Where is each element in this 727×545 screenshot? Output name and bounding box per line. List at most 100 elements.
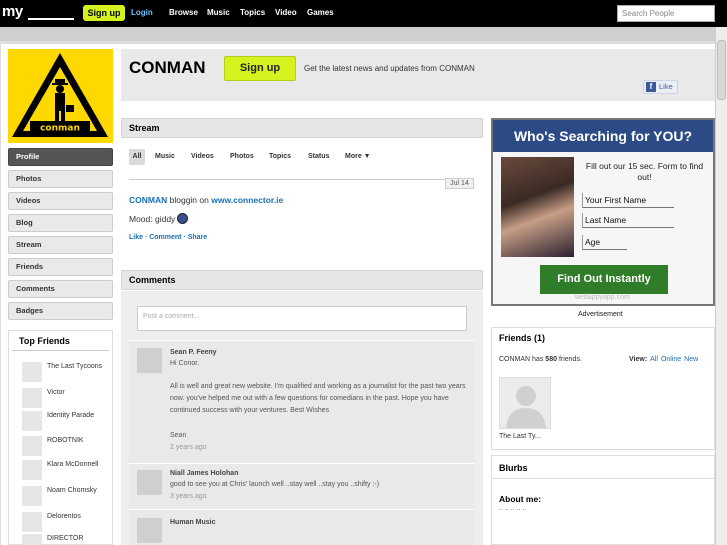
like-label: Like bbox=[659, 82, 673, 91]
comment-time: 3 years ago bbox=[170, 493, 207, 500]
divider bbox=[491, 478, 715, 479]
comment-author[interactable]: Sean P. Feeny bbox=[170, 349, 217, 356]
profile-logo-text: conman bbox=[40, 124, 80, 134]
stream-header: Stream bbox=[121, 118, 483, 138]
tab-all[interactable]: All bbox=[129, 149, 145, 165]
sidebar-item-comments[interactable]: Comments bbox=[8, 280, 113, 298]
signup-button[interactable]: Sign up bbox=[224, 56, 296, 81]
facebook-icon: f bbox=[646, 82, 656, 92]
login-link[interactable]: Login bbox=[131, 8, 153, 17]
top-friend-name[interactable]: DIRECTOR bbox=[47, 534, 112, 544]
tab-photos[interactable]: Photos bbox=[230, 153, 254, 160]
ad-age-field[interactable]: Age bbox=[582, 235, 627, 250]
site-logo[interactable]: my bbox=[2, 3, 23, 20]
post-verb: bloggin on bbox=[169, 195, 209, 205]
avatar[interactable] bbox=[22, 388, 42, 408]
mood-label: Mood: giddy bbox=[129, 214, 176, 224]
post-actions[interactable]: Like · Comment · Share bbox=[129, 234, 207, 241]
ad-last-name-field[interactable]: Last Name bbox=[582, 213, 674, 228]
comment-body: All is well and great new website. I'm q… bbox=[170, 383, 466, 414]
nav-video[interactable]: Video bbox=[275, 8, 297, 17]
avatar[interactable] bbox=[22, 362, 42, 382]
search-people-input[interactable]: Search People bbox=[617, 5, 715, 22]
profile-picture[interactable]: conman bbox=[8, 49, 113, 143]
facebook-like-button[interactable]: f Like bbox=[643, 80, 678, 94]
profile-tagline: Get the latest news and updates from CON… bbox=[304, 64, 475, 73]
scrollbar[interactable] bbox=[715, 27, 727, 545]
tab-more[interactable]: More ▼ bbox=[345, 153, 371, 160]
avatar[interactable] bbox=[137, 348, 162, 373]
top-friend-name[interactable]: Klara McDonnell bbox=[47, 460, 112, 470]
ad-url: webappyapp.com bbox=[575, 294, 630, 301]
comment-item bbox=[129, 509, 474, 545]
post-author-link[interactable]: CONMAN bbox=[129, 195, 167, 205]
sidebar-item-stream[interactable]: Stream bbox=[8, 236, 113, 254]
comment-input[interactable]: Post a comment... bbox=[137, 306, 467, 331]
tab-topics[interactable]: Topics bbox=[269, 153, 291, 160]
divider bbox=[12, 350, 109, 351]
avatar[interactable] bbox=[22, 512, 42, 532]
friends-title: Friends (1) bbox=[499, 333, 546, 343]
mood-status: Mood: giddy bbox=[129, 213, 189, 224]
friends-count-suffix: friends. bbox=[558, 356, 582, 363]
logo-underline bbox=[28, 18, 74, 20]
sidebar-item-badges[interactable]: Badges bbox=[8, 302, 113, 320]
nav-topics[interactable]: Topics bbox=[240, 8, 265, 17]
sidebar-item-profile[interactable]: Profile bbox=[8, 148, 113, 166]
post-date-badge: Jul 14 bbox=[445, 178, 474, 189]
comment-greeting: Hi Conor. bbox=[170, 360, 200, 367]
comments-header: Comments bbox=[121, 270, 483, 290]
subheader-bar bbox=[0, 27, 727, 41]
top-friends-title: Top Friends bbox=[19, 336, 70, 346]
tab-music[interactable]: Music bbox=[155, 153, 175, 160]
top-friend-name[interactable]: Identity Parade bbox=[47, 411, 112, 421]
view-online-link[interactable]: Online bbox=[661, 356, 681, 363]
avatar[interactable] bbox=[137, 470, 162, 495]
tab-status[interactable]: Status bbox=[308, 153, 329, 160]
top-signup-button[interactable]: Sign up bbox=[83, 5, 125, 21]
nav-music[interactable]: Music bbox=[207, 8, 230, 17]
about-me-value: .. .. .. .. .. bbox=[499, 505, 527, 512]
top-friend-name[interactable]: ROBOTNIK bbox=[47, 436, 112, 446]
avatar[interactable] bbox=[22, 436, 42, 456]
scrollbar-thumb[interactable] bbox=[717, 40, 726, 100]
default-user-icon bbox=[506, 386, 546, 428]
nav-games[interactable]: Games bbox=[307, 8, 334, 17]
avatar[interactable] bbox=[22, 411, 42, 431]
avatar[interactable] bbox=[22, 534, 42, 545]
top-friend-name[interactable]: Victor bbox=[47, 388, 112, 398]
top-friend-name[interactable]: Noam Chomsky bbox=[47, 486, 112, 496]
friends-view-filter: View: All Online New bbox=[629, 356, 698, 363]
ad-text: Fill out our 15 sec. Form to find out! bbox=[585, 161, 704, 182]
sidebar-item-videos[interactable]: Videos bbox=[8, 192, 113, 210]
top-friend-name[interactable]: Delorentos bbox=[47, 512, 112, 522]
view-all-link[interactable]: All bbox=[650, 356, 658, 363]
friend-avatar[interactable] bbox=[499, 377, 551, 429]
avatar[interactable] bbox=[137, 518, 162, 543]
comment-author[interactable]: Human Music bbox=[170, 519, 216, 526]
warning-sign-icon: conman bbox=[12, 53, 108, 137]
comment-signoff: Sean bbox=[170, 432, 187, 439]
nav-browse[interactable]: Browse bbox=[169, 8, 198, 17]
ad-photo[interactable] bbox=[501, 157, 574, 257]
ad-title[interactable]: Who's Searching for YOU? bbox=[493, 120, 713, 152]
comment-body: good to see you at Chris' launch well ..… bbox=[170, 481, 380, 488]
ad-first-name-field[interactable]: Your First Name bbox=[582, 193, 674, 208]
avatar[interactable] bbox=[22, 486, 42, 506]
sidebar-item-blog[interactable]: Blog bbox=[8, 214, 113, 232]
comment-author[interactable]: Niall James Holohan bbox=[170, 470, 238, 477]
post-link[interactable]: www.connector.ie bbox=[211, 195, 283, 205]
about-me-label: About me: bbox=[499, 494, 542, 504]
profile-header bbox=[121, 49, 715, 101]
top-friend-name[interactable]: The Last Tycoons bbox=[47, 362, 112, 372]
sidebar-item-friends[interactable]: Friends bbox=[8, 258, 113, 276]
friends-count-value: 580 bbox=[545, 356, 557, 363]
find-out-instantly-button[interactable]: Find Out Instantly bbox=[540, 265, 668, 294]
sidebar-item-photos[interactable]: Photos bbox=[8, 170, 113, 188]
friend-name[interactable]: The Last Ty... bbox=[499, 433, 541, 440]
mood-smiley-icon bbox=[177, 213, 189, 224]
avatar[interactable] bbox=[22, 460, 42, 480]
tab-videos[interactable]: Videos bbox=[191, 153, 214, 160]
view-new-link[interactable]: New bbox=[684, 356, 698, 363]
view-label: View: bbox=[629, 356, 648, 363]
